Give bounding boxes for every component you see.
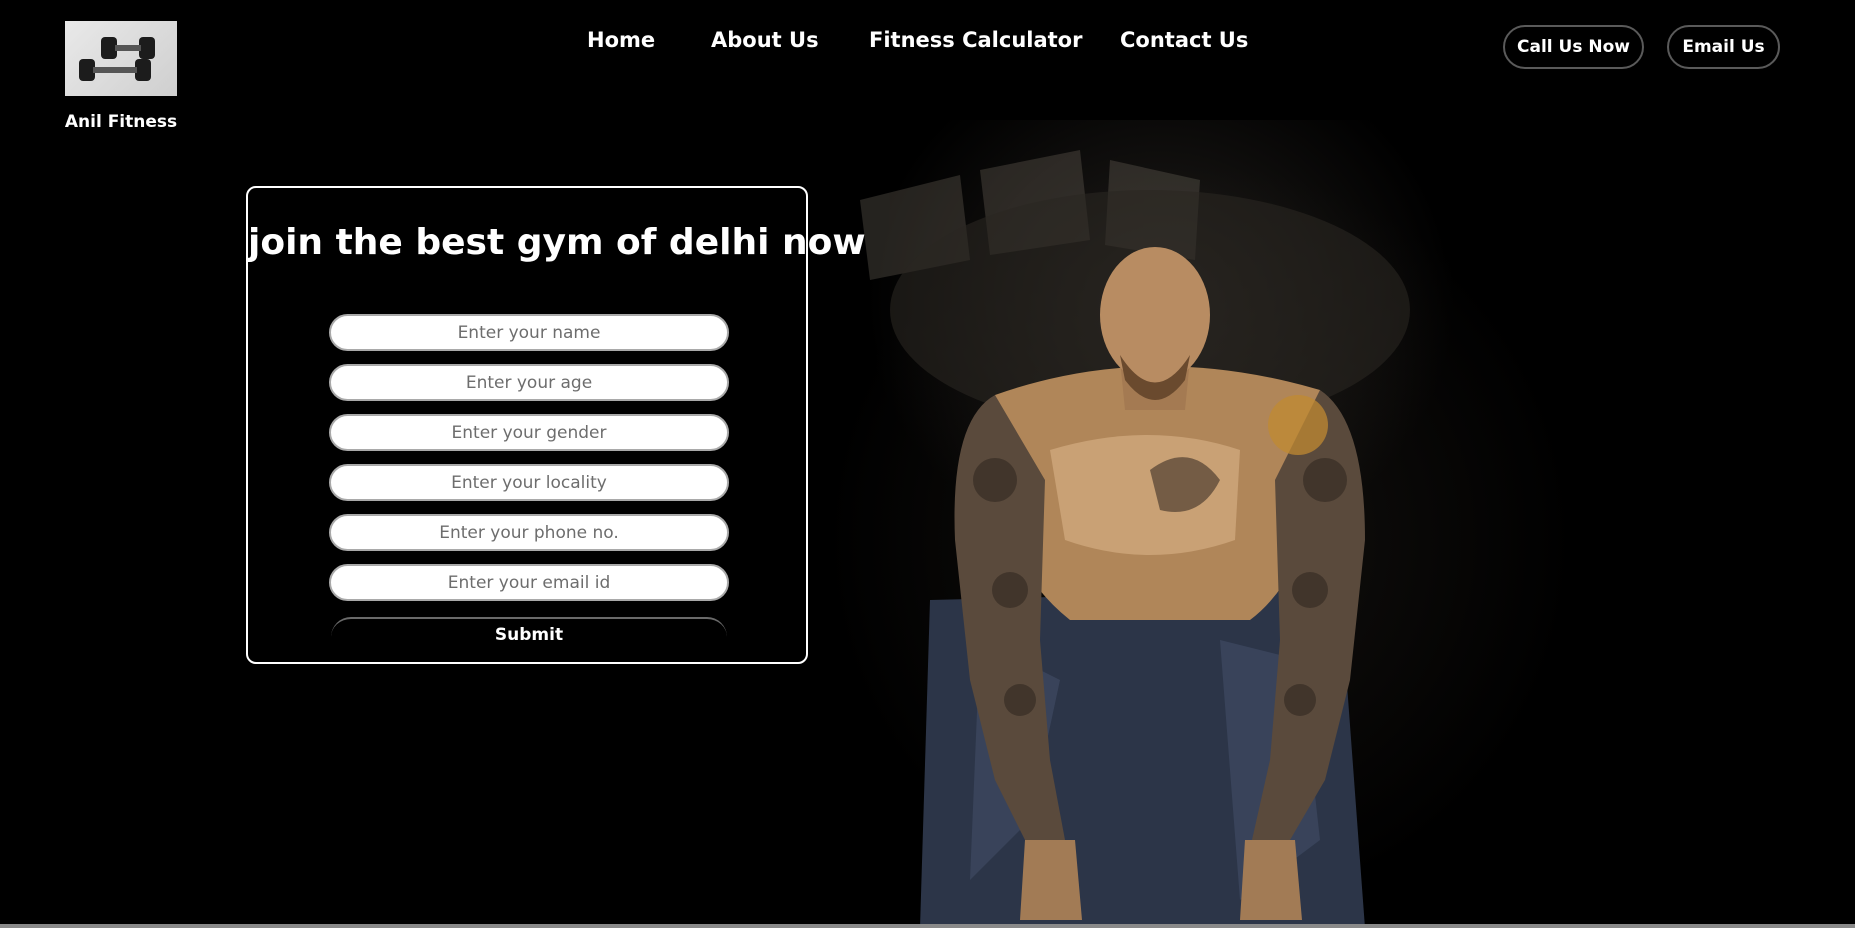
nav-about-us[interactable]: About Us	[711, 28, 819, 52]
brand-name: Anil Fitness	[64, 112, 178, 132]
submit-button[interactable]: Submit	[331, 617, 727, 651]
form-title: join the best gym of delhi now	[248, 222, 866, 263]
landing-page: Anil Fitness Home About Us Fitness Calcu…	[0, 0, 1855, 928]
name-field[interactable]	[329, 314, 729, 351]
locality-field[interactable]	[329, 464, 729, 501]
nav-contact-us[interactable]: Contact Us	[1120, 28, 1248, 52]
email-field[interactable]	[329, 564, 729, 601]
email-us-button[interactable]: Email Us	[1667, 25, 1780, 69]
phone-field[interactable]	[329, 514, 729, 551]
age-field[interactable]	[329, 364, 729, 401]
gender-field[interactable]	[329, 414, 729, 451]
hero-athlete-image	[820, 120, 1580, 928]
nav-fitness-calculator[interactable]: Fitness Calculator	[869, 28, 1082, 52]
nav-home[interactable]: Home	[587, 28, 655, 52]
call-us-button[interactable]: Call Us Now	[1503, 25, 1644, 69]
horizontal-scrollbar[interactable]	[0, 924, 1855, 928]
join-form: join the best gym of delhi now Submit	[246, 186, 866, 664]
